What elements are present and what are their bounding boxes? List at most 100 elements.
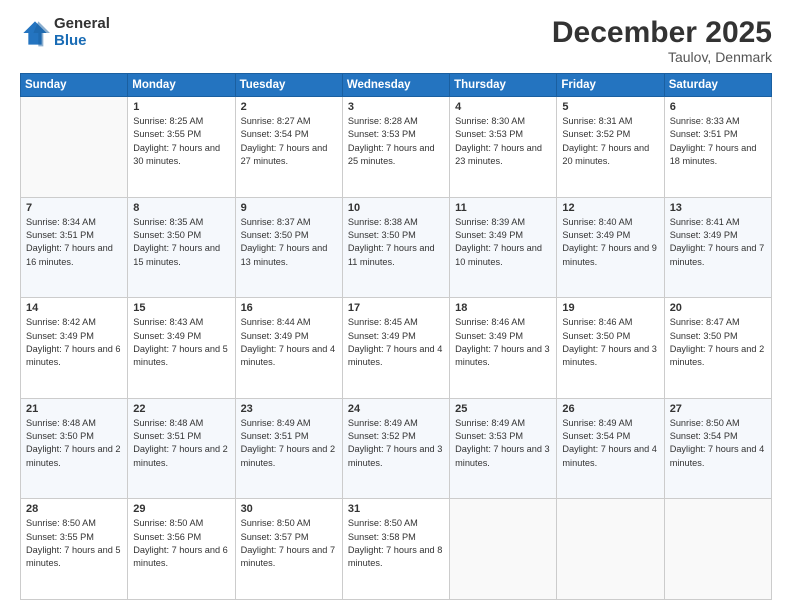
col-friday: Friday bbox=[557, 74, 664, 97]
day-number: 22 bbox=[133, 403, 229, 415]
day-info: Sunrise: 8:38 AM Sunset: 3:50 PM Dayligh… bbox=[348, 216, 444, 269]
day-number: 19 bbox=[562, 302, 658, 314]
table-row: 25Sunrise: 8:49 AM Sunset: 3:53 PM Dayli… bbox=[450, 398, 557, 499]
day-info: Sunrise: 8:49 AM Sunset: 3:51 PM Dayligh… bbox=[241, 417, 337, 470]
table-row: 2 Sunrise: 8:27 AM Sunset: 3:54 PM Daylig… bbox=[235, 97, 342, 198]
day-info: Sunrise: 8:31 AM Sunset: 3:52 PM Dayligh… bbox=[562, 115, 658, 168]
col-saturday: Saturday bbox=[664, 74, 771, 97]
calendar-week-3: 21Sunrise: 8:48 AM Sunset: 3:50 PM Dayli… bbox=[21, 398, 772, 499]
table-row: 18Sunrise: 8:46 AM Sunset: 3:49 PM Dayli… bbox=[450, 298, 557, 399]
table-row: 7Sunrise: 8:34 AM Sunset: 3:51 PM Daylig… bbox=[21, 197, 128, 298]
day-number: 27 bbox=[670, 403, 766, 415]
day-info: Sunrise: 8:42 AM Sunset: 3:49 PM Dayligh… bbox=[26, 316, 122, 369]
table-row: 16Sunrise: 8:44 AM Sunset: 3:49 PM Dayli… bbox=[235, 298, 342, 399]
table-row: 6 Sunrise: 8:33 AM Sunset: 3:51 PM Daylig… bbox=[664, 97, 771, 198]
day-info: Sunrise: 8:25 AM Sunset: 3:55 PM Dayligh… bbox=[133, 115, 229, 168]
day-info: Sunrise: 8:43 AM Sunset: 3:49 PM Dayligh… bbox=[133, 316, 229, 369]
col-wednesday: Wednesday bbox=[342, 74, 449, 97]
table-row: 19 Sunrise: 8:46 AM Sunset: 3:50 PM Dayli… bbox=[557, 298, 664, 399]
col-thursday: Thursday bbox=[450, 74, 557, 97]
day-number: 23 bbox=[241, 403, 337, 415]
table-row: 9 Sunrise: 8:37 AM Sunset: 3:50 PM Daylig… bbox=[235, 197, 342, 298]
table-row: 24Sunrise: 8:49 AM Sunset: 3:52 PM Dayli… bbox=[342, 398, 449, 499]
logo-general-text: General bbox=[54, 16, 110, 33]
day-number: 13 bbox=[670, 202, 766, 214]
day-number: 29 bbox=[133, 503, 229, 515]
day-number: 30 bbox=[241, 503, 337, 515]
col-sunday: Sunday bbox=[21, 74, 128, 97]
day-info: Sunrise: 8:48 AM Sunset: 3:50 PM Dayligh… bbox=[26, 417, 122, 470]
table-row: 12Sunrise: 8:40 AM Sunset: 3:49 PM Dayli… bbox=[557, 197, 664, 298]
day-number: 25 bbox=[455, 403, 551, 415]
day-info: Sunrise: 8:37 AM Sunset: 3:50 PM Dayligh… bbox=[241, 216, 337, 269]
day-number: 17 bbox=[348, 302, 444, 314]
day-number: 31 bbox=[348, 503, 444, 515]
day-number: 28 bbox=[26, 503, 122, 515]
day-info: Sunrise: 8:50 AM Sunset: 3:58 PM Dayligh… bbox=[348, 517, 444, 570]
day-info: Sunrise: 8:46 AM Sunset: 3:50 PM Dayligh… bbox=[562, 316, 658, 369]
day-number: 26 bbox=[562, 403, 658, 415]
day-info: Sunrise: 8:50 AM Sunset: 3:54 PM Dayligh… bbox=[670, 417, 766, 470]
table-row bbox=[21, 97, 128, 198]
calendar-week-4: 28 Sunrise: 8:50 AM Sunset: 3:55 PM Dayli… bbox=[21, 499, 772, 600]
table-row: 5 Sunrise: 8:31 AM Sunset: 3:52 PM Daylig… bbox=[557, 97, 664, 198]
day-info: Sunrise: 8:27 AM Sunset: 3:54 PM Dayligh… bbox=[241, 115, 337, 168]
day-number: 15 bbox=[133, 302, 229, 314]
page: General Blue December 2025 Taulov, Denma… bbox=[0, 0, 792, 612]
table-row: 21Sunrise: 8:48 AM Sunset: 3:50 PM Dayli… bbox=[21, 398, 128, 499]
day-number: 9 bbox=[241, 202, 337, 214]
calendar-header-row: Sunday Monday Tuesday Wednesday Thursday… bbox=[21, 74, 772, 97]
header: General Blue December 2025 Taulov, Denma… bbox=[20, 16, 772, 65]
day-number: 4 bbox=[455, 101, 551, 113]
day-info: Sunrise: 8:33 AM Sunset: 3:51 PM Dayligh… bbox=[670, 115, 766, 168]
day-info: Sunrise: 8:50 AM Sunset: 3:55 PM Dayligh… bbox=[26, 517, 122, 570]
table-row: 28 Sunrise: 8:50 AM Sunset: 3:55 PM Dayli… bbox=[21, 499, 128, 600]
month-title: December 2025 bbox=[552, 16, 772, 49]
table-row: 13 Sunrise: 8:41 AM Sunset: 3:49 PM Dayli… bbox=[664, 197, 771, 298]
calendar-table: Sunday Monday Tuesday Wednesday Thursday… bbox=[20, 73, 772, 600]
table-row bbox=[450, 499, 557, 600]
table-row: 20 Sunrise: 8:47 AM Sunset: 3:50 PM Dayli… bbox=[664, 298, 771, 399]
day-info: Sunrise: 8:40 AM Sunset: 3:49 PM Dayligh… bbox=[562, 216, 658, 269]
day-info: Sunrise: 8:47 AM Sunset: 3:50 PM Dayligh… bbox=[670, 316, 766, 369]
table-row bbox=[664, 499, 771, 600]
table-row: 26 Sunrise: 8:49 AM Sunset: 3:54 PM Dayli… bbox=[557, 398, 664, 499]
table-row: 11 Sunrise: 8:39 AM Sunset: 3:49 PM Dayli… bbox=[450, 197, 557, 298]
day-info: Sunrise: 8:39 AM Sunset: 3:49 PM Dayligh… bbox=[455, 216, 551, 269]
day-number: 1 bbox=[133, 101, 229, 113]
table-row: 30 Sunrise: 8:50 AM Sunset: 3:57 PM Dayli… bbox=[235, 499, 342, 600]
col-tuesday: Tuesday bbox=[235, 74, 342, 97]
table-row: 14Sunrise: 8:42 AM Sunset: 3:49 PM Dayli… bbox=[21, 298, 128, 399]
day-info: Sunrise: 8:28 AM Sunset: 3:53 PM Dayligh… bbox=[348, 115, 444, 168]
table-row: 31 Sunrise: 8:50 AM Sunset: 3:58 PM Dayli… bbox=[342, 499, 449, 600]
table-row: 17 Sunrise: 8:45 AM Sunset: 3:49 PM Dayli… bbox=[342, 298, 449, 399]
table-row: 3Sunrise: 8:28 AM Sunset: 3:53 PM Daylig… bbox=[342, 97, 449, 198]
col-monday: Monday bbox=[128, 74, 235, 97]
day-number: 20 bbox=[670, 302, 766, 314]
day-info: Sunrise: 8:49 AM Sunset: 3:52 PM Dayligh… bbox=[348, 417, 444, 470]
day-number: 11 bbox=[455, 202, 551, 214]
day-number: 7 bbox=[26, 202, 122, 214]
calendar-week-2: 14Sunrise: 8:42 AM Sunset: 3:49 PM Dayli… bbox=[21, 298, 772, 399]
location: Taulov, Denmark bbox=[552, 49, 772, 65]
day-number: 8 bbox=[133, 202, 229, 214]
day-info: Sunrise: 8:35 AM Sunset: 3:50 PM Dayligh… bbox=[133, 216, 229, 269]
table-row: 10Sunrise: 8:38 AM Sunset: 3:50 PM Dayli… bbox=[342, 197, 449, 298]
table-row: 4Sunrise: 8:30 AM Sunset: 3:53 PM Daylig… bbox=[450, 97, 557, 198]
table-row bbox=[557, 499, 664, 600]
table-row: 29 Sunrise: 8:50 AM Sunset: 3:56 PM Dayli… bbox=[128, 499, 235, 600]
table-row: 22Sunrise: 8:48 AM Sunset: 3:51 PM Dayli… bbox=[128, 398, 235, 499]
day-info: Sunrise: 8:49 AM Sunset: 3:54 PM Dayligh… bbox=[562, 417, 658, 470]
day-number: 2 bbox=[241, 101, 337, 113]
table-row: 15 Sunrise: 8:43 AM Sunset: 3:49 PM Dayli… bbox=[128, 298, 235, 399]
day-info: Sunrise: 8:50 AM Sunset: 3:56 PM Dayligh… bbox=[133, 517, 229, 570]
day-info: Sunrise: 8:50 AM Sunset: 3:57 PM Dayligh… bbox=[241, 517, 337, 570]
day-number: 16 bbox=[241, 302, 337, 314]
day-number: 5 bbox=[562, 101, 658, 113]
title-block: December 2025 Taulov, Denmark bbox=[552, 16, 772, 65]
day-info: Sunrise: 8:41 AM Sunset: 3:49 PM Dayligh… bbox=[670, 216, 766, 269]
day-number: 6 bbox=[670, 101, 766, 113]
logo: General Blue bbox=[20, 16, 110, 49]
calendar-week-1: 7Sunrise: 8:34 AM Sunset: 3:51 PM Daylig… bbox=[21, 197, 772, 298]
day-info: Sunrise: 8:45 AM Sunset: 3:49 PM Dayligh… bbox=[348, 316, 444, 369]
